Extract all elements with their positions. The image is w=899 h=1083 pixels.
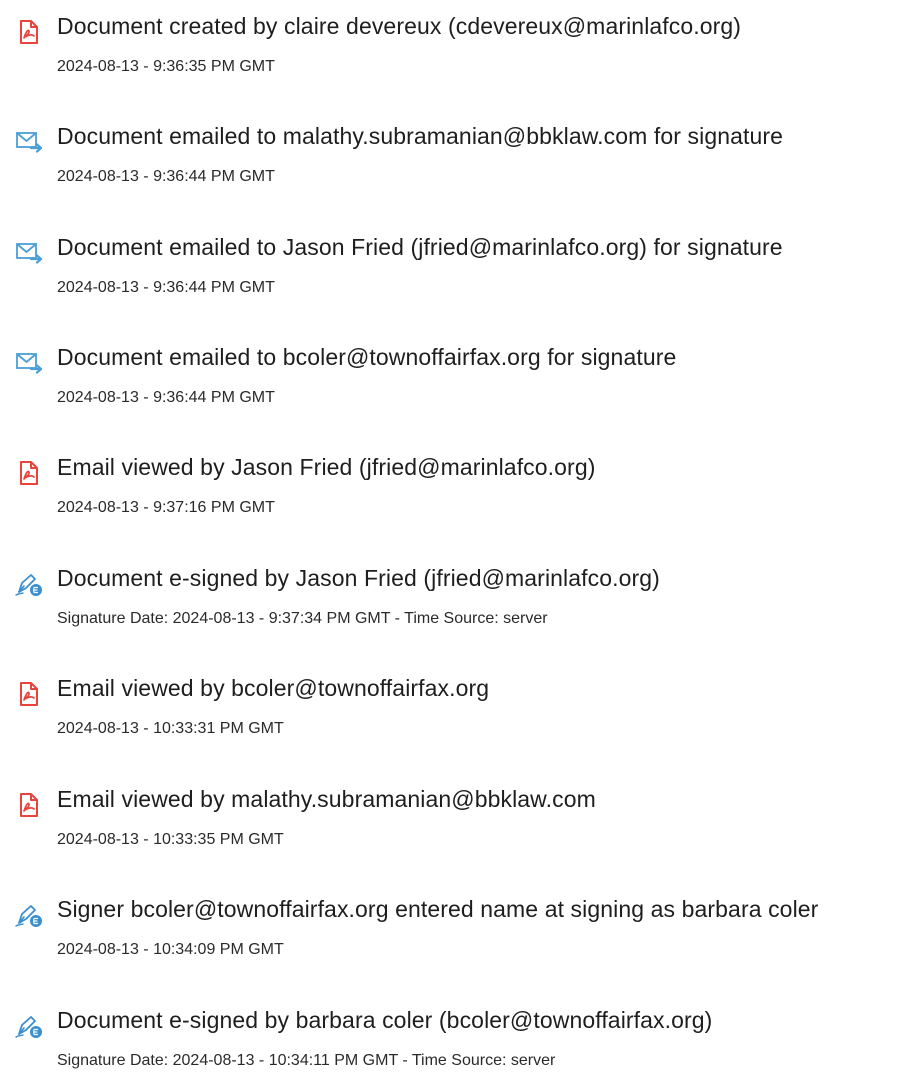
log-entry: Signer bcoler@townoffairfax.org entered …	[0, 892, 899, 972]
log-entry: Email viewed by bcoler@townoffairfax.org…	[0, 671, 899, 751]
document-pdf-icon	[14, 681, 44, 707]
log-entry-description: Signer bcoler@townoffairfax.org entered …	[57, 896, 819, 922]
log-entry-description: Email viewed by bcoler@townoffairfax.org	[57, 675, 490, 701]
log-entry-description: Document emailed to Jason Fried (jfried@…	[57, 234, 783, 260]
e-sign-pen-icon	[14, 1013, 44, 1039]
email-sent-icon	[14, 240, 44, 266]
log-entry-timestamp: 2024-08-13 - 9:36:44 PM GMT	[57, 168, 275, 185]
log-entry: Email viewed by malathy.subramanian@bbkl…	[0, 782, 899, 862]
log-entry-description: Email viewed by malathy.subramanian@bbkl…	[57, 786, 596, 812]
log-entry-timestamp: Signature Date: 2024-08-13 - 10:34:11 PM…	[57, 1052, 556, 1069]
log-entry-description: Document e-signed by Jason Fried (jfried…	[57, 565, 660, 591]
e-sign-pen-icon	[14, 902, 44, 928]
log-entry-description: Document emailed to malathy.subramanian@…	[57, 123, 784, 149]
log-entry: Document created by claire devereux (cde…	[0, 9, 899, 89]
e-sign-pen-icon	[14, 571, 44, 597]
log-entry-description: Email viewed by Jason Fried (jfried@mari…	[57, 454, 596, 480]
log-entry: Document emailed to bcoler@townoffairfax…	[0, 340, 899, 420]
email-sent-icon	[14, 350, 44, 376]
document-pdf-icon	[14, 19, 44, 45]
log-entry: Document emailed to malathy.subramanian@…	[0, 119, 899, 199]
log-entry-description: Document e-signed by barbara coler (bcol…	[57, 1007, 713, 1033]
log-entry: Document e-signed by Jason Fried (jfried…	[0, 561, 899, 641]
log-entry-description: Document created by claire devereux (cde…	[57, 13, 742, 39]
log-entry-timestamp: 2024-08-13 - 9:37:16 PM GMT	[57, 499, 275, 516]
log-entry-timestamp: 2024-08-13 - 9:36:44 PM GMT	[57, 279, 275, 296]
log-entry-timestamp: 2024-08-13 - 10:33:35 PM GMT	[57, 831, 284, 848]
log-entry-timestamp: 2024-08-13 - 9:36:44 PM GMT	[57, 389, 275, 406]
log-entry-timestamp: 2024-08-13 - 10:34:09 PM GMT	[57, 941, 284, 958]
log-entry-timestamp: 2024-08-13 - 10:33:31 PM GMT	[57, 720, 284, 737]
email-sent-icon	[14, 129, 44, 155]
document-pdf-icon	[14, 460, 44, 486]
log-entry-timestamp: 2024-08-13 - 9:36:35 PM GMT	[57, 58, 275, 75]
log-entry: Email viewed by Jason Fried (jfried@mari…	[0, 450, 899, 530]
log-entry-description: Document emailed to bcoler@townoffairfax…	[57, 344, 677, 370]
log-entry: Document e-signed by barbara coler (bcol…	[0, 1003, 899, 1083]
log-entry: Document emailed to Jason Fried (jfried@…	[0, 230, 899, 310]
document-pdf-icon	[14, 792, 44, 818]
log-entry-timestamp: Signature Date: 2024-08-13 - 9:37:34 PM …	[57, 610, 548, 627]
